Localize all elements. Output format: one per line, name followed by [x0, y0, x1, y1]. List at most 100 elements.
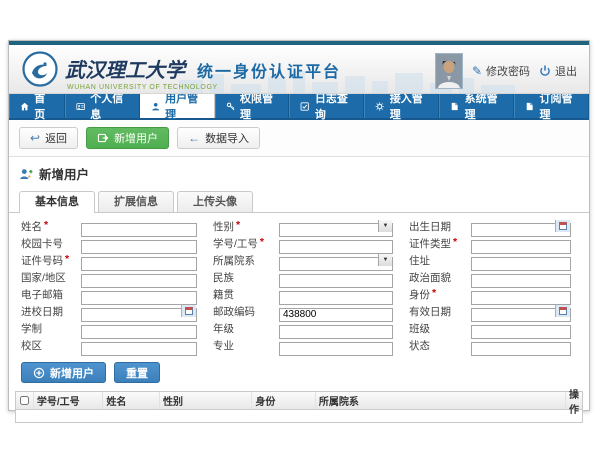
nav-item-access-management[interactable]: 接入管理	[364, 94, 439, 118]
pencil-icon: ✎	[472, 64, 482, 78]
app-window: 武汉理工大学 统一身份认证平台 WUHAN UNIVERSITY OF TECH…	[8, 40, 590, 411]
text-input[interactable]	[471, 342, 571, 356]
form-field: 性别*▼	[213, 218, 409, 234]
add-user-toolbar-button[interactable]: 新增用户	[86, 127, 169, 149]
tab-extended-info[interactable]: 扩展信息	[98, 191, 174, 212]
data-import-button[interactable]: ← 数据导入	[177, 127, 260, 149]
field-label: 证件类型*	[409, 236, 471, 251]
back-button[interactable]: ↩ 返回	[19, 127, 78, 149]
form-field: 有效日期*▼	[409, 303, 587, 319]
field-label: 进校日期*	[21, 304, 81, 319]
text-input[interactable]	[471, 291, 571, 305]
postal-code-input[interactable]	[279, 308, 393, 322]
section-header: 新增用户	[9, 157, 589, 187]
gear-icon	[375, 101, 384, 112]
text-input[interactable]	[279, 274, 393, 288]
power-icon	[539, 65, 551, 77]
form-field: 进校日期*▼	[21, 303, 213, 319]
main-nav: 首页 个人信息 用户管理 权限管理 日志查询 接入管理 系统管理 订阅管理	[9, 94, 589, 120]
text-input[interactable]	[81, 240, 197, 254]
header-titles: 武汉理工大学 统一身份认证平台 WUHAN UNIVERSITY OF TECH…	[65, 54, 341, 91]
text-input[interactable]	[81, 325, 197, 339]
field-label: 所属院系*	[213, 253, 279, 268]
logout-link[interactable]: 退出	[539, 63, 577, 79]
field-label: 国家/地区*	[21, 270, 81, 285]
dropdown-arrow-icon[interactable]: ▼	[378, 220, 392, 232]
field-label: 状态*	[409, 338, 471, 353]
text-input[interactable]	[81, 223, 197, 237]
text-input[interactable]	[279, 291, 393, 305]
tab-basic-info[interactable]: 基本信息	[19, 191, 95, 213]
form-row: 学制*▼ 年级*▼ 班级*▼	[21, 320, 589, 336]
field-label: 住址*	[409, 253, 471, 268]
form-row: 电子邮箱*▼ 籍贯*▼ 身份*▼	[21, 286, 589, 302]
nav-item-home[interactable]: 首页	[9, 94, 65, 118]
calendar-icon[interactable]	[555, 305, 570, 317]
dropdown-arrow-icon[interactable]: ▼	[378, 254, 392, 266]
text-input[interactable]	[471, 257, 571, 271]
select-all-checkbox[interactable]	[20, 396, 29, 405]
nav-item-permissions[interactable]: 权限管理	[215, 94, 290, 118]
nav-item-system-management[interactable]: 系统管理	[439, 94, 514, 118]
form-field: 邮政编码*▼	[213, 303, 409, 319]
key-icon	[226, 101, 235, 112]
add-user-section-icon	[19, 167, 33, 181]
nav-item-log-query[interactable]: 日志查询	[289, 94, 364, 118]
form-field: 国家/地区*▼	[21, 269, 213, 285]
text-input[interactable]	[279, 240, 393, 254]
field-label: 姓名*	[21, 219, 81, 234]
field-label: 民族*	[213, 270, 279, 285]
form-field: 住址*▼	[409, 252, 587, 268]
select-input[interactable]	[279, 223, 393, 237]
nav-item-profile[interactable]: 个人信息	[65, 94, 140, 118]
user-table: 学号/工号 姓名 性别 身份 所属院系 操作	[15, 391, 583, 423]
nav-item-subscription-management[interactable]: 订阅管理	[514, 94, 589, 118]
form-field: 班级*▼	[409, 320, 587, 336]
text-input[interactable]	[81, 342, 197, 356]
text-input[interactable]	[471, 325, 571, 339]
select-input[interactable]	[279, 257, 393, 271]
nav-item-user-management[interactable]: 用户管理	[140, 94, 215, 118]
text-input[interactable]	[471, 274, 571, 288]
required-star: *	[432, 287, 436, 302]
university-name-en: WUHAN UNIVERSITY OF TECHNOLOGY	[67, 84, 341, 91]
form-field: 出生日期*▼	[409, 218, 587, 234]
field-label: 身份*	[409, 287, 471, 302]
import-arrow-icon: ←	[188, 132, 200, 144]
new-user-form: 姓名*▼ 性别*▼ 出生日期*▼ 校园卡号*▼ 学号/工号*▼ 证件类型*▼ 证…	[9, 213, 589, 356]
text-input[interactable]	[279, 342, 393, 356]
text-input[interactable]	[81, 257, 197, 271]
reset-button[interactable]: 重置	[114, 362, 160, 383]
text-input[interactable]	[279, 325, 393, 339]
form-field: 民族*▼	[213, 269, 409, 285]
field-label: 有效日期*	[409, 304, 471, 319]
text-input[interactable]	[81, 291, 197, 305]
text-input[interactable]	[81, 274, 197, 288]
calendar-icon[interactable]	[181, 305, 196, 317]
form-field: 学号/工号*▼	[213, 235, 409, 251]
calendar-icon[interactable]	[555, 220, 570, 232]
user-area: ✎ 修改密码 退出	[435, 53, 577, 89]
tab-bar: 基本信息 扩展信息 上传头像	[9, 187, 589, 213]
text-input[interactable]	[471, 240, 571, 254]
date-input[interactable]	[81, 308, 197, 322]
field-label: 班级*	[409, 321, 471, 336]
form-row: 姓名* ▼ 性别*▼ 出生日期*▼	[21, 218, 589, 234]
field-label: 籍贯*	[213, 287, 279, 302]
user-avatar	[435, 53, 463, 89]
form-field: 所属院系* ▼	[213, 252, 409, 268]
field-label: 证件号码*	[21, 253, 81, 268]
submit-add-user-button[interactable]: 新增用户	[21, 362, 106, 383]
university-name: 武汉理工大学	[65, 54, 185, 83]
add-user-icon	[97, 132, 109, 144]
tab-upload-avatar[interactable]: 上传头像	[177, 191, 253, 212]
form-field: 籍贯*▼	[213, 286, 409, 302]
form-field: 电子邮箱*▼	[21, 286, 213, 302]
form-field: 状态*▼	[409, 337, 587, 353]
table-header-row: 学号/工号 姓名 性别 身份 所属院系 操作	[16, 392, 582, 410]
form-field: 身份*▼	[409, 286, 587, 302]
form-field: 专业*▼	[213, 337, 409, 353]
change-password-link[interactable]: ✎ 修改密码	[472, 63, 530, 79]
required-star: *	[44, 219, 48, 234]
column-header: 身份	[252, 392, 316, 409]
